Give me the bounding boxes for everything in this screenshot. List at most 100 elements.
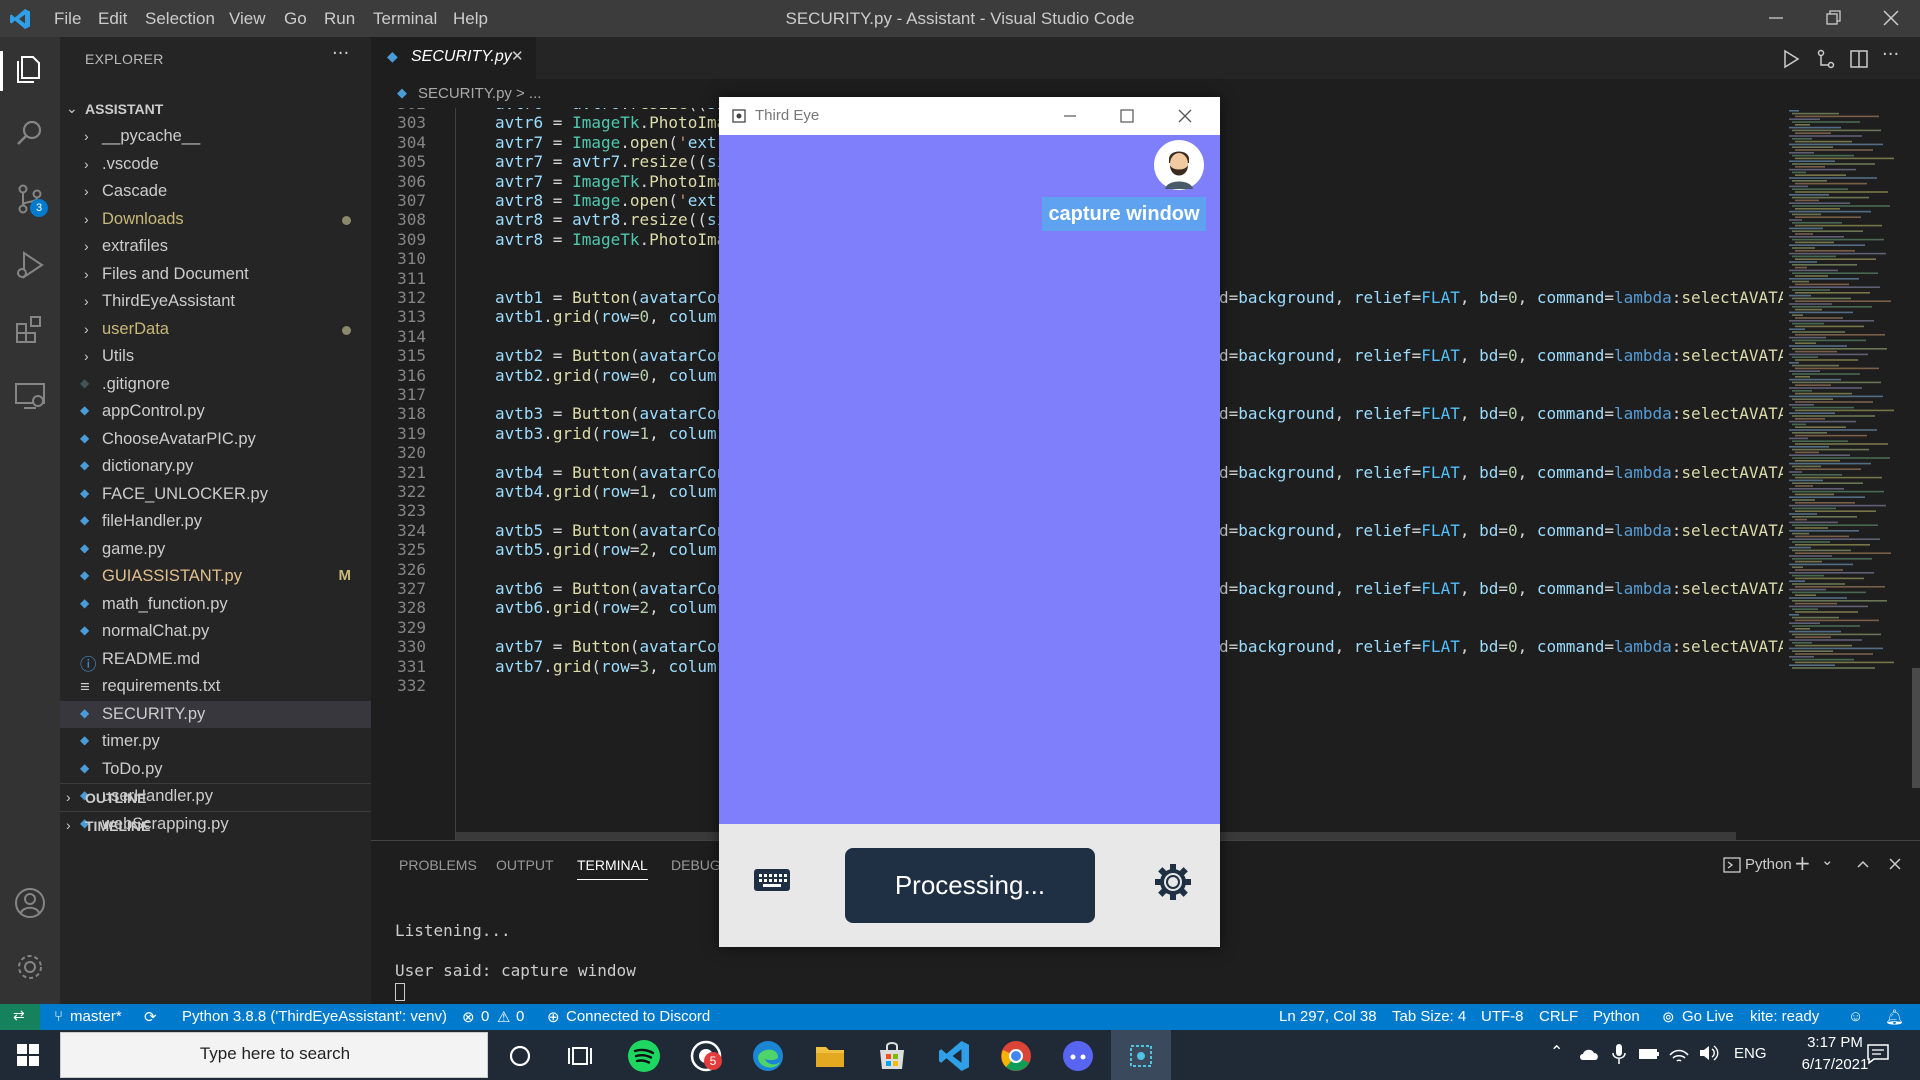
tab-security-py[interactable]: ◆ SECURITY.py ✕ (371, 37, 536, 79)
spotify-icon[interactable] (626, 1038, 662, 1074)
tree-item[interactable]: › Downloads (60, 206, 371, 233)
avatar[interactable] (1153, 139, 1205, 191)
chevron-up-icon[interactable]: ⌃ (1550, 1042, 1563, 1061)
extensions-icon[interactable] (12, 312, 48, 348)
volume-icon[interactable] (1698, 1043, 1720, 1063)
tree-item[interactable]: › Files and Document (60, 261, 371, 288)
tree-item[interactable]: › .vscode (60, 151, 371, 178)
search-icon[interactable] (12, 115, 48, 151)
minimap[interactable] (1783, 108, 1920, 840)
tab-close-icon[interactable]: ✕ (511, 47, 524, 65)
tab-terminal[interactable]: TERMINAL (577, 857, 648, 880)
tree-item[interactable]: ◆ ToDo.py (60, 756, 371, 783)
chrome-icon[interactable] (998, 1038, 1034, 1074)
vertical-scrollbar[interactable] (1912, 668, 1920, 788)
notifications-bell-icon[interactable]: 🔔︎ (1885, 1008, 1904, 1026)
terminal-shell-name[interactable]: Python (1745, 856, 1792, 873)
discord-icon[interactable] (1060, 1038, 1096, 1074)
edge-icon[interactable] (750, 1038, 786, 1074)
encoding[interactable]: UTF-8 (1481, 1008, 1524, 1025)
run-debug-icon[interactable] (12, 247, 48, 283)
notifications-center-icon[interactable] (1866, 1043, 1890, 1065)
input-language[interactable]: ENG (1734, 1045, 1767, 1062)
close-icon[interactable] (1881, 8, 1901, 28)
tree-item[interactable]: ◆ FACE_UNLOCKER.py (60, 481, 371, 508)
tree-item[interactable]: ≡ requirements.txt (60, 673, 371, 700)
close-panel-icon[interactable] (1887, 856, 1903, 872)
tree-item[interactable]: ◆ appControl.py (60, 398, 371, 425)
tree-item[interactable]: ◆ math_function.py (60, 591, 371, 618)
tab-debug[interactable]: DEBUG (671, 857, 721, 873)
file-explorer-icon[interactable] (812, 1038, 848, 1074)
run-file-icon[interactable] (1780, 48, 1802, 70)
breadcrumb-file[interactable]: SECURITY.py (418, 85, 512, 102)
close-icon[interactable] (1176, 107, 1194, 125)
chevron-down-icon[interactable]: ⌄ (1821, 851, 1834, 869)
breadcrumb-symbol[interactable]: > ... (516, 85, 541, 102)
onedrive-icon[interactable] (1578, 1046, 1600, 1062)
tree-item[interactable]: ◆ SECURITY.py (60, 700, 371, 728)
tree-item[interactable]: ◆ game.py (60, 536, 371, 563)
new-terminal-icon[interactable]: + (1794, 851, 1811, 875)
open-changes-icon[interactable] (1815, 48, 1837, 70)
editor-more-icon[interactable]: ··· (1882, 44, 1899, 65)
warning-count[interactable]: 0 (516, 1008, 524, 1025)
windows-start-icon[interactable] (17, 1044, 39, 1066)
feedback-icon[interactable]: ☺ (1848, 1008, 1863, 1025)
restore-icon[interactable] (1823, 8, 1843, 28)
tree-item[interactable]: ◆ timer.py (60, 728, 371, 755)
tree-item[interactable]: ◆ fileHandler.py (60, 508, 371, 535)
tree-item[interactable]: › extrafiles (60, 233, 371, 260)
discord-status[interactable]: Connected to Discord (566, 1008, 710, 1025)
tree-item[interactable]: ◆ dictionary.py (60, 453, 371, 480)
go-live-button[interactable]: Go Live (1682, 1008, 1734, 1025)
battery-icon[interactable] (1638, 1047, 1660, 1061)
accounts-icon[interactable] (12, 885, 48, 921)
tree-item[interactable]: › userData (60, 316, 371, 343)
maximize-panel-icon[interactable] (1855, 856, 1871, 872)
vscode-taskbar-icon[interactable] (936, 1038, 972, 1074)
minimize-icon[interactable] (1766, 8, 1786, 28)
line-ending[interactable]: CRLF (1539, 1008, 1578, 1025)
tab-problems[interactable]: PROBLEMS (399, 857, 477, 873)
tree-item[interactable]: ◆ GUIASSISTANT.py M (60, 563, 371, 590)
wifi-icon[interactable] (1668, 1043, 1690, 1063)
third-eye-taskbar-active[interactable] (1111, 1030, 1171, 1080)
remote-indicator[interactable]: ⇄ (0, 1004, 40, 1030)
tree-item[interactable]: ◆ .gitignore (60, 371, 371, 398)
tree-item[interactable]: ◆ normalChat.py (60, 618, 371, 645)
tree-item[interactable]: › __pycache__ (60, 123, 371, 150)
timeline-section[interactable]: › TIMELINE (60, 811, 371, 839)
split-editor-icon[interactable] (1848, 48, 1870, 70)
tab-output[interactable]: OUTPUT (496, 857, 554, 873)
taskbar-search-box[interactable]: Type here to search (60, 1032, 488, 1078)
code-line: avtr7 = ImageTk.PhotoIma (495, 171, 727, 191)
keyboard-icon[interactable] (753, 867, 791, 893)
kite-status[interactable]: kite: ready (1750, 1008, 1819, 1025)
workspace-root[interactable]: ⌄ ASSISTANT (60, 95, 371, 122)
sync-icon[interactable]: ⟳ (144, 1008, 157, 1026)
tree-item[interactable]: › Utils (60, 343, 371, 370)
microphone-icon[interactable] (1612, 1043, 1626, 1065)
more-actions-icon[interactable]: ··· (332, 43, 349, 64)
tab-size[interactable]: Tab Size: 4 (1392, 1008, 1466, 1025)
tree-item[interactable]: ⓘ README.md (60, 646, 371, 674)
maximize-icon[interactable] (1118, 107, 1136, 125)
language-mode[interactable]: Python (1593, 1008, 1640, 1025)
remote-explorer-icon[interactable] (12, 377, 48, 413)
error-count[interactable]: 0 (481, 1008, 489, 1025)
python-interpreter[interactable]: Python 3.8.8 ('ThirdEyeAssistant': venv) (182, 1008, 447, 1025)
cursor-position[interactable]: Ln 297, Col 38 (1279, 1008, 1377, 1025)
settings-gear-icon[interactable] (1153, 862, 1193, 902)
outline-section[interactable]: › OUTLINE (60, 783, 371, 811)
explorer-icon[interactable] (12, 51, 48, 87)
cortana-icon[interactable] (502, 1038, 538, 1074)
settings-gear-icon[interactable] (12, 949, 48, 985)
tree-item[interactable]: ◆ ChooseAvatarPIC.py (60, 426, 371, 453)
git-branch[interactable]: master* (70, 1008, 122, 1025)
store-icon[interactable] (874, 1038, 910, 1074)
task-view-icon[interactable] (562, 1038, 598, 1074)
minimize-icon[interactable] (1061, 107, 1079, 125)
tree-item[interactable]: › Cascade (60, 178, 371, 205)
tree-item[interactable]: › ThirdEyeAssistant (60, 288, 371, 315)
